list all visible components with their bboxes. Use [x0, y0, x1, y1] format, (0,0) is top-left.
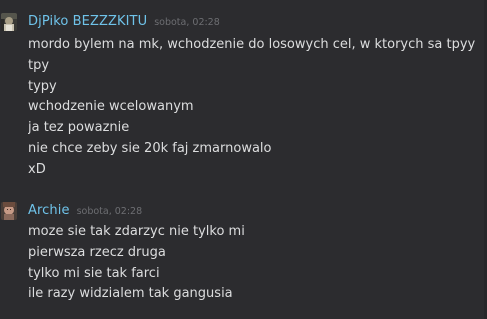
- message-line: tpy: [28, 57, 50, 73]
- message-line: tylko mi sie tak farci: [28, 265, 160, 281]
- message-line: ile razy widzialem tak gangusia: [28, 286, 233, 302]
- message-line: nie chce zeby sie 20k faj zmarnowalo: [28, 140, 272, 156]
- message-line: ja tez powaznie: [28, 120, 130, 136]
- message-header: DjPiko BEZZZKITU sobota, 02:28: [28, 14, 220, 32]
- avatar-image-icon: [1, 13, 17, 31]
- message-body: mordo bylem na mk, wchodzenie do losowyc…: [28, 35, 483, 181]
- username[interactable]: Archie: [28, 203, 70, 218]
- username[interactable]: DjPiko BEZZZKITU: [28, 14, 147, 29]
- message-line: moze sie tak zdarzyc nie tylko mi: [28, 224, 245, 239]
- message-line: mordo bylem na mk, wchodzenie do losowyc…: [28, 37, 476, 52]
- message-line: wchodzenie wcelowanym: [28, 99, 194, 115]
- message-body: moze sie tak zdarzyc nie tylko mi pierws…: [28, 222, 483, 305]
- message-line: pierwsza rzecz druga: [28, 244, 166, 260]
- message-header: Archie sobota, 02:28: [28, 203, 142, 221]
- timestamp: sobota, 02:28: [76, 206, 143, 217]
- message-line: xD: [28, 161, 46, 177]
- timestamp: sobota, 02:28: [154, 17, 220, 28]
- user-avatar[interactable]: [1, 13, 17, 31]
- chat-messages-pane: DjPiko BEZZZKITU sobota, 02:28 mordo byl…: [0, 0, 487, 319]
- user-avatar[interactable]: [1, 202, 17, 220]
- avatar-image-icon: [1, 202, 17, 220]
- message-line: typy: [28, 78, 57, 94]
